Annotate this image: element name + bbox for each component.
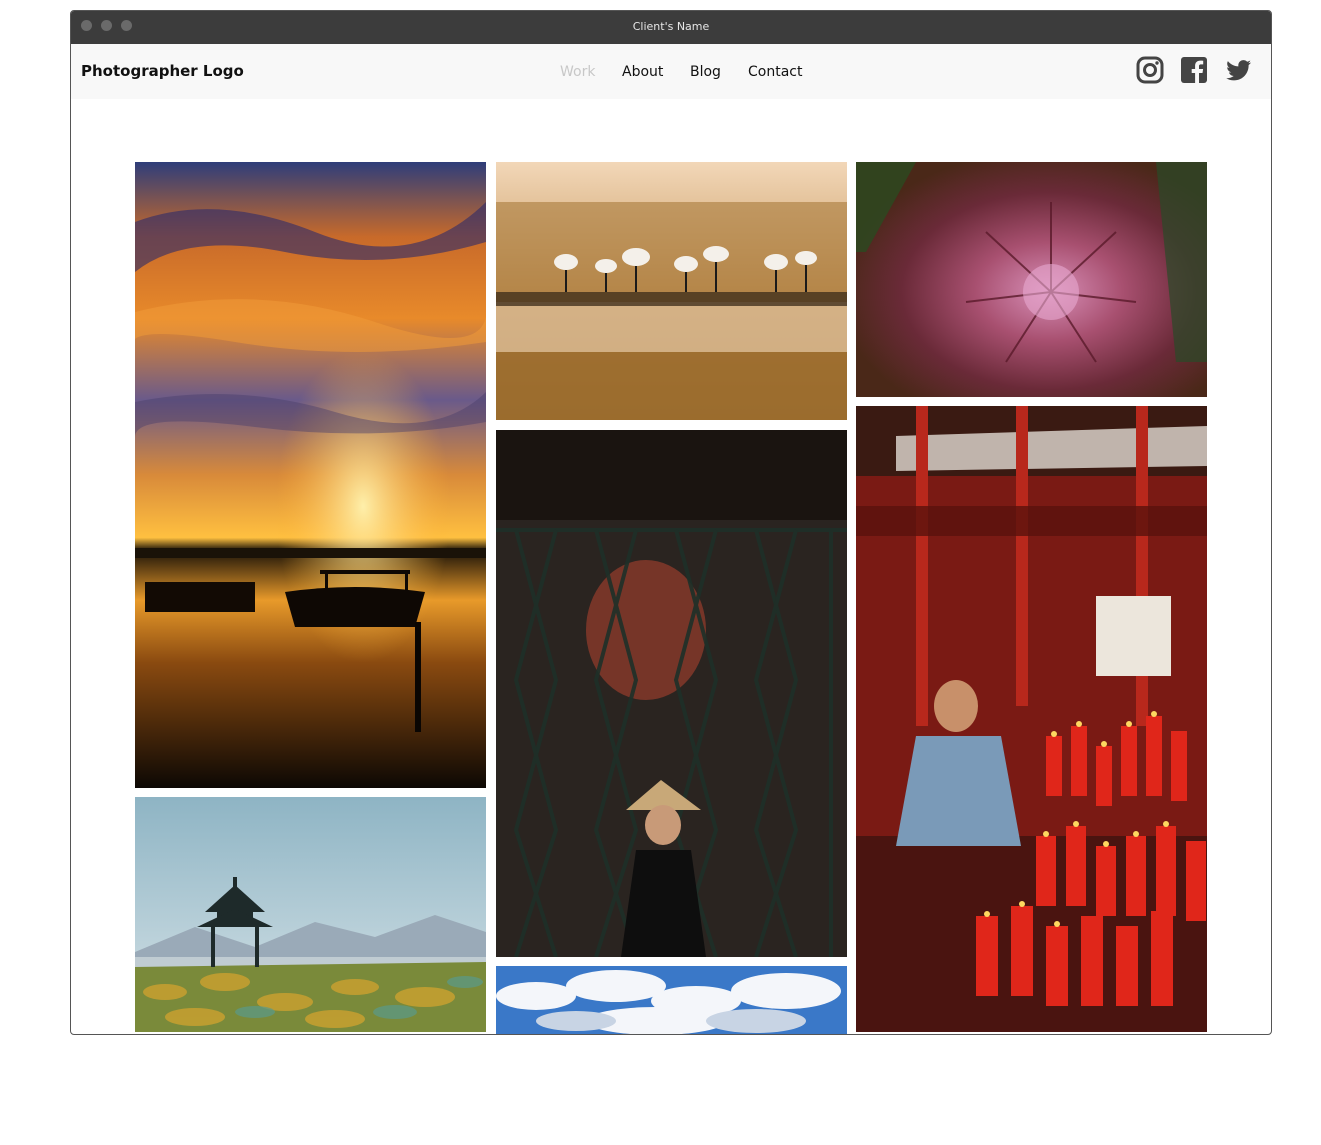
pagoda-lotus-photo[interactable]	[135, 797, 486, 1032]
facebook-icon[interactable]	[1179, 55, 1209, 85]
instagram-icon[interactable]	[1135, 55, 1165, 85]
nav-link-work[interactable]: Work	[560, 64, 595, 80]
site-logo[interactable]: Photographer Logo	[81, 62, 244, 80]
woman-gate-photo[interactable]	[496, 430, 847, 957]
nav-link-contact[interactable]: Contact	[748, 64, 802, 80]
site-navbar: Photographer Logo Work About Blog Contac…	[71, 44, 1271, 99]
cranes-wetland-photo[interactable]	[496, 162, 847, 420]
pink-macro-photo[interactable]	[856, 162, 1207, 397]
window-title: Client's Name	[632, 20, 710, 33]
nav-link-about[interactable]: About	[622, 64, 663, 80]
browser-window: Client's Name Photographer Logo Work Abo…	[70, 10, 1272, 1035]
twitter-icon[interactable]	[1223, 55, 1253, 85]
title-bar: Client's Name	[71, 11, 1271, 44]
nav-link-blog[interactable]: Blog	[690, 64, 721, 80]
blue-sky-clouds-photo[interactable]	[496, 966, 847, 1034]
temple-candles-photo[interactable]	[856, 406, 1207, 1032]
sunset-boats-photo[interactable]	[135, 162, 486, 788]
